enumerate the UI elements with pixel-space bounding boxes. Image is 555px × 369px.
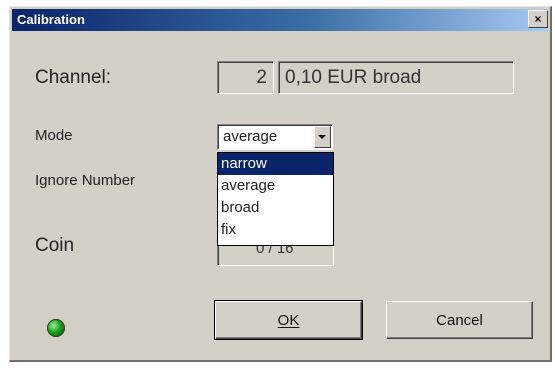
mode-option-broad[interactable]: broad — [218, 197, 333, 219]
mode-option-average[interactable]: average — [218, 175, 333, 197]
title-bar[interactable]: Calibration × — [12, 9, 548, 31]
cancel-button[interactable]: Cancel — [386, 301, 533, 339]
ok-button-label: OK — [277, 311, 300, 329]
channel-description-value: 0,10 EUR broad — [285, 67, 422, 88]
channel-description-field: 0,10 EUR broad — [278, 61, 514, 94]
channel-number-field: 2 — [217, 61, 274, 94]
channel-label: Channel: — [35, 67, 112, 88]
mode-dropdown-list[interactable]: narrow average broad fix — [217, 152, 334, 246]
chevron-down-icon[interactable] — [314, 126, 331, 148]
mode-label: Mode — [35, 127, 73, 144]
window-title: Calibration — [17, 12, 85, 27]
cancel-button-label: Cancel — [436, 311, 483, 329]
mode-option-narrow[interactable]: narrow — [218, 153, 333, 175]
coin-label: Coin — [35, 235, 75, 256]
ok-button[interactable]: OK — [214, 300, 363, 340]
channel-number-value: 2 — [256, 67, 267, 88]
mode-selected-value: average — [223, 128, 278, 145]
mode-option-fix[interactable]: fix — [218, 219, 333, 241]
green-led-icon — [47, 319, 65, 337]
close-button[interactable]: × — [528, 10, 548, 28]
close-icon: × — [534, 12, 542, 26]
ignore-number-label: Ignore Number — [35, 172, 136, 189]
mode-select[interactable]: average — [217, 124, 333, 150]
calibration-dialog: Calibration × Channel: 2 0,10 EUR broad … — [9, 6, 552, 362]
